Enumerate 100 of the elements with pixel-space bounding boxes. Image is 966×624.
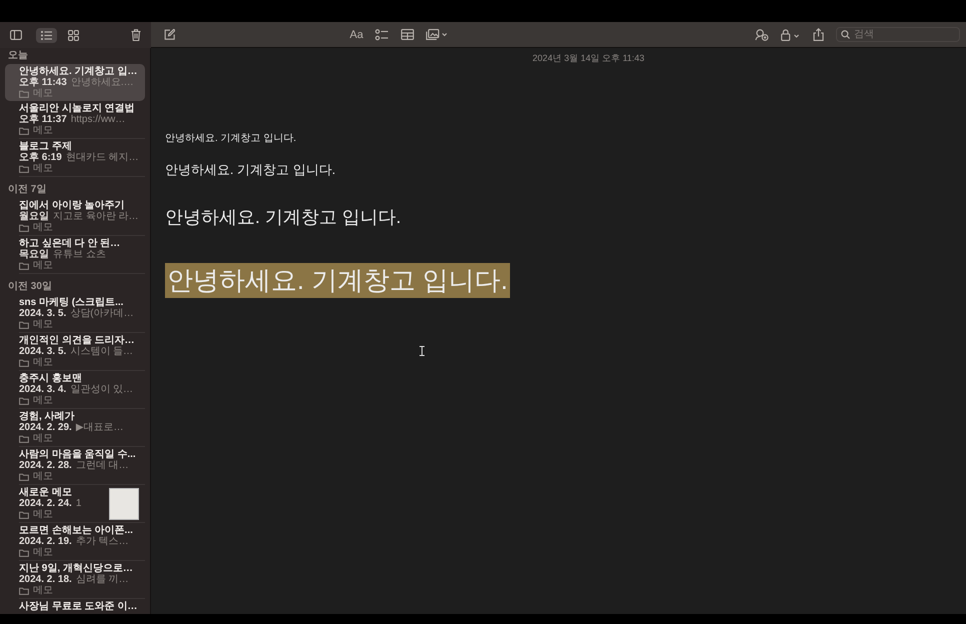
folder-label: 메모 bbox=[33, 585, 53, 596]
folder-icon bbox=[19, 358, 29, 366]
folder-label: 메모 bbox=[33, 222, 53, 233]
note-list-item[interactable]: 안녕하세요. 기계창고 입… 오후 11:43 안녕하세요.… 메모 bbox=[5, 64, 145, 101]
note-preview: ▶대표로… bbox=[76, 422, 124, 433]
search-icon bbox=[841, 30, 850, 39]
note-date: 2024. 2. 18. bbox=[19, 574, 72, 585]
note-list-item[interactable]: 새로운 메모 2024. 2. 24. 1 메모 bbox=[5, 485, 145, 522]
section-header: 이전 7일 bbox=[7, 183, 48, 197]
note-title: 모르면 손해보는 아이폰... bbox=[19, 525, 134, 536]
note-date: 오후 6:19 bbox=[19, 152, 62, 163]
folder-label: 메모 bbox=[33, 319, 53, 330]
note-list-item[interactable]: 사람의 마음을 움직일 수... 2024. 2. 28. 그런데 대… 메모 bbox=[5, 447, 145, 484]
format-button[interactable]: Aa bbox=[350, 28, 364, 40]
search-field[interactable]: 검색 bbox=[836, 27, 960, 42]
note-text: 안녕하세요. 기계창고 입니다. bbox=[165, 206, 402, 229]
list-view-button[interactable] bbox=[36, 28, 57, 42]
note-preview: 상담(아카데… bbox=[70, 308, 134, 319]
note-date: 월요일 bbox=[19, 211, 49, 222]
note-preview: 지고로 육아란 라… bbox=[53, 211, 139, 222]
folder-icon bbox=[19, 510, 29, 518]
table-icon[interactable] bbox=[401, 29, 414, 40]
note-title: 개인적인 의견을 드리자… bbox=[19, 335, 136, 346]
note-preview: 1 bbox=[76, 498, 82, 509]
media-icon[interactable] bbox=[426, 29, 448, 40]
section-header: 오늘 bbox=[7, 49, 29, 63]
grid-icon bbox=[68, 30, 79, 40]
note-date: 목요일 bbox=[19, 249, 49, 260]
note-title: 하고 싶은데 다 안 된… bbox=[19, 238, 122, 249]
compose-icon[interactable] bbox=[164, 29, 175, 40]
note-list-item[interactable]: 충주시 홍보맨 2024. 3. 4. 일관성이 있… 메모 bbox=[5, 371, 145, 408]
note-preview: 심려를 끼… bbox=[76, 574, 129, 585]
folder-icon bbox=[19, 548, 29, 556]
folder-icon bbox=[19, 90, 29, 98]
note-date: 2024. 3. 5. bbox=[19, 308, 66, 319]
note-title: 서울리안 시놀로지 연결법 bbox=[19, 103, 136, 114]
note-preview: https://ww… bbox=[70, 114, 126, 125]
folder-label: 메모 bbox=[33, 509, 53, 520]
note-date: 오후 11:37 bbox=[19, 114, 67, 125]
folder-label: 메모 bbox=[33, 125, 53, 136]
note-date: 2024. 2. 28. bbox=[19, 460, 72, 471]
note-list-item[interactable]: 지난 9일, 개혁신당으로… 2024. 2. 18. 심려를 끼… 메모 bbox=[5, 561, 145, 598]
folder-icon bbox=[19, 164, 29, 172]
note-list-item[interactable]: 경험, 사례가 2024. 2. 29. ▶대표로… 메모 bbox=[5, 409, 145, 446]
collaborate-icon[interactable] bbox=[755, 28, 769, 40]
note-preview: 현대카드 헤지… bbox=[66, 152, 139, 163]
note-list-item[interactable]: sns 마케팅 (스크립트... 2024. 3. 5. 상담(아카데… 메모 bbox=[5, 295, 145, 332]
folder-icon bbox=[19, 586, 29, 594]
folder-icon bbox=[19, 320, 29, 328]
note-list-item[interactable]: 모르면 손해보는 아이폰... 2024. 2. 19. 추가 텍스… 메모 bbox=[5, 523, 145, 560]
note-date: 2024. 2. 29. bbox=[19, 422, 72, 433]
note-preview: 그런데 대… bbox=[76, 460, 129, 471]
folder-label: 메모 bbox=[33, 471, 53, 482]
note-list-item[interactable]: 하고 싶은데 다 안 된… 목요일 유튜브 쇼츠 메모 bbox=[5, 236, 145, 273]
note-title: 블로그 주제 bbox=[19, 141, 73, 152]
folder-label: 메모 bbox=[33, 433, 53, 444]
note-list-item[interactable]: 집에서 아이랑 놀아주기 월요일 지고로 육아란 라… 메모 bbox=[5, 198, 145, 235]
note-title: 안녕하세요. 기계창고 입… bbox=[19, 66, 138, 77]
note-list-item[interactable]: 블로그 주제 오후 6:19 현대카드 헤지… 메모 bbox=[5, 139, 145, 176]
folder-icon bbox=[19, 472, 29, 480]
folder-icon bbox=[19, 224, 29, 232]
note-date: 2024. 2. 24. bbox=[19, 498, 72, 509]
note-date: 오후 11:43 bbox=[19, 77, 67, 88]
folder-label: 메모 bbox=[33, 357, 53, 368]
note-title: 사람의 마음을 움직일 수... bbox=[19, 449, 137, 460]
note-title: sns 마케팅 (스크립트... bbox=[19, 297, 124, 308]
note-preview: 유튜브 쇼츠 bbox=[53, 249, 106, 260]
folder-label: 메모 bbox=[33, 260, 53, 271]
folder-label: 메모 bbox=[33, 395, 53, 406]
note-text: 안녕하세요. 기계창고 입니다. bbox=[165, 132, 296, 145]
folder-icon bbox=[19, 434, 29, 442]
note-list-item[interactable]: 사장님 무료로 도와준 이… bbox=[5, 599, 145, 614]
note-preview: 시스템이 들… bbox=[70, 346, 134, 357]
trash-icon[interactable] bbox=[131, 29, 141, 41]
note-list-item[interactable]: 서울리안 시놀로지 연결법 오후 11:37 https://ww… 메모 bbox=[5, 101, 145, 138]
folder-label: 메모 bbox=[33, 163, 53, 174]
lock-icon[interactable] bbox=[781, 28, 801, 40]
section-header: 이전 30일 bbox=[7, 280, 53, 294]
note-date: 2024. 3. 5. bbox=[19, 346, 66, 357]
note-title: 새로운 메모 bbox=[19, 487, 73, 498]
note-preview: 추가 텍스… bbox=[76, 536, 129, 547]
note-title: 충주시 홍보맨 bbox=[19, 373, 83, 384]
note-date: 2024. 2. 19. bbox=[19, 536, 72, 547]
highlighted-text: 안녕하세요. 기계창고 입니다. bbox=[165, 263, 510, 298]
folder-icon bbox=[19, 126, 29, 134]
note-title: 사장님 무료로 도와준 이… bbox=[19, 601, 138, 612]
note-title: 지난 9일, 개혁신당으로… bbox=[19, 563, 134, 574]
note-date: 2024. 3. 4. bbox=[19, 384, 66, 395]
checklist-icon[interactable] bbox=[375, 28, 390, 40]
list-icon bbox=[41, 30, 52, 40]
sidebar-toggle-icon[interactable] bbox=[10, 30, 22, 40]
note-preview: 안녕하세요.… bbox=[70, 77, 134, 88]
text-cursor-icon bbox=[419, 346, 425, 356]
note-date: 2024년 3월 14일 오후 11:43 bbox=[532, 52, 646, 65]
note-text: 안녕하세요. 기계창고 입니다. bbox=[165, 161, 336, 179]
note-title: 집에서 아이랑 놀아주기 bbox=[19, 200, 126, 211]
folder-icon bbox=[19, 262, 29, 270]
share-icon[interactable] bbox=[813, 28, 824, 41]
note-list-item[interactable]: 개인적인 의견을 드리자… 2024. 3. 5. 시스템이 들… 메모 bbox=[5, 333, 145, 370]
folder-label: 메모 bbox=[33, 88, 53, 99]
